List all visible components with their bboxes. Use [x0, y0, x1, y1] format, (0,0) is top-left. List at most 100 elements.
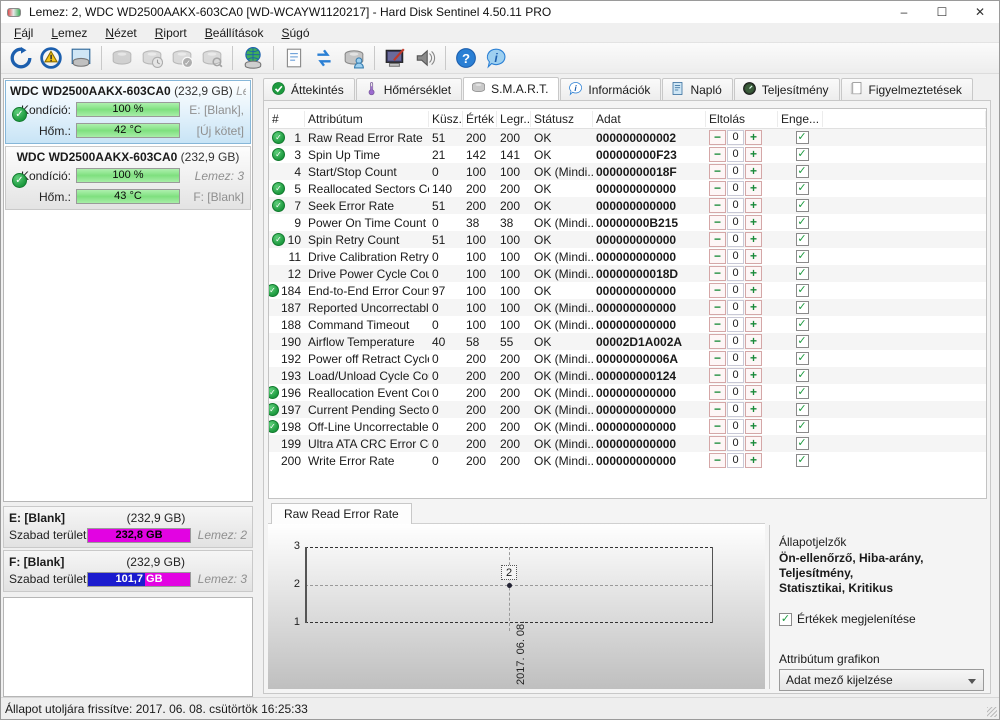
offset-plus-button[interactable]: +: [745, 232, 762, 247]
column-header[interactable]: Enge...: [778, 110, 823, 127]
enabled-checkbox[interactable]: ✓: [795, 182, 809, 195]
column-header[interactable]: Legr...: [497, 110, 531, 127]
share-icon[interactable]: [339, 45, 369, 71]
enabled-checkbox[interactable]: ✓: [795, 199, 809, 212]
offset-plus-button[interactable]: +: [745, 385, 762, 400]
offset-minus-button[interactable]: −: [709, 283, 726, 298]
tab-naplo[interactable]: Napló: [662, 78, 733, 100]
offset-minus-button[interactable]: −: [709, 249, 726, 264]
volume-panel-1[interactable]: E: [Blank] (232,9 GB) Szabad terület 232,8 …: [3, 506, 253, 548]
tab-informaciok[interactable]: i Információk: [560, 78, 662, 100]
report-icon[interactable]: [279, 45, 309, 71]
help-icon[interactable]: ?: [451, 45, 481, 71]
refresh-icon[interactable]: [6, 45, 36, 71]
enabled-checkbox[interactable]: ✓: [795, 131, 809, 144]
offset-plus-button[interactable]: +: [745, 181, 762, 196]
sound-icon[interactable]: [410, 45, 440, 71]
offset-minus-button[interactable]: −: [709, 232, 726, 247]
offset-minus-button[interactable]: −: [709, 215, 726, 230]
enabled-checkbox[interactable]: ✓: [795, 454, 809, 467]
enabled-checkbox[interactable]: ✓: [795, 369, 809, 382]
offset-minus-button[interactable]: −: [709, 300, 726, 315]
enabled-checkbox[interactable]: ✓: [795, 233, 809, 246]
smart-attribute-row[interactable]: ✓196Reallocation Event Count0200200OK (M…: [269, 384, 986, 401]
tab-homerseklet[interactable]: Hőmérséklet: [355, 78, 463, 100]
menu-item-beallitasok[interactable]: Beállítások: [196, 24, 273, 42]
smart-attribute-row[interactable]: 11 Drive Calibration Retry ... 0 100 100 OK (…: [269, 248, 986, 265]
column-header[interactable]: Érték: [463, 110, 497, 127]
menu-item-sugo[interactable]: Súgó: [272, 24, 318, 42]
offset-plus-button[interactable]: +: [745, 130, 762, 145]
close-button[interactable]: ✕: [961, 1, 999, 23]
enabled-checkbox[interactable]: ✓: [795, 403, 809, 416]
offset-minus-button[interactable]: −: [709, 164, 726, 179]
smart-attribute-row[interactable]: 4 Start/Stop Count 0 100 100 OK (Mindi... 0000…: [269, 163, 986, 180]
maximize-button[interactable]: ☐: [923, 1, 961, 23]
report-problem-icon[interactable]: [36, 45, 66, 71]
smart-attribute-row[interactable]: ✓ 198 Off-Line Uncorrectable ... 0 200 200 OK …: [269, 418, 986, 435]
offset-minus-button[interactable]: −: [709, 147, 726, 162]
disk-panel-1[interactable]: WDC WD2500AAKX-603CA0 (232,9 GB) Len✓Kon…: [5, 80, 251, 144]
enabled-checkbox[interactable]: ✓: [795, 318, 809, 331]
offset-plus-button[interactable]: +: [745, 402, 762, 417]
tab-s.m.a.r.t.[interactable]: S.M.A.R.T.: [463, 77, 560, 100]
column-header[interactable]: #: [269, 110, 305, 127]
tab-attekintes[interactable]: Áttekintés: [263, 78, 355, 100]
enabled-checkbox[interactable]: ✓: [795, 301, 809, 314]
menu-item-fajl[interactable]: Fájl: [5, 24, 42, 42]
smart-attribute-row[interactable]: 12 Drive Power Cycle Count 0 100 100 OK (Mind…: [269, 265, 986, 282]
enabled-checkbox[interactable]: ✓: [795, 216, 809, 229]
menu-item-nezet[interactable]: Nézet: [96, 24, 145, 42]
smart-attribute-row[interactable]: ✓ 1 Raw Read Error Rate 51 200 200 OK 000000000…: [269, 129, 986, 146]
enabled-checkbox[interactable]: ✓: [795, 284, 809, 297]
smart-attribute-row[interactable]: 188 Command Timeout 0 100 100 OK (Mindi... 000…: [269, 316, 986, 333]
offset-minus-button[interactable]: −: [709, 368, 726, 383]
column-header[interactable]: Küsz...: [429, 110, 463, 127]
offset-plus-button[interactable]: +: [745, 453, 762, 468]
graph-mode-select[interactable]: Adat mező kijelzése: [779, 669, 984, 691]
refresh-data-icon[interactable]: [309, 45, 339, 71]
offset-plus-button[interactable]: +: [745, 436, 762, 451]
offset-plus-button[interactable]: +: [745, 419, 762, 434]
offset-minus-button[interactable]: −: [709, 351, 726, 366]
offset-minus-button[interactable]: −: [709, 317, 726, 332]
smart-attribute-row[interactable]: 193Load/Unload Cycle Cou...0200200OK (Mi…: [269, 367, 986, 384]
enabled-checkbox[interactable]: ✓: [795, 352, 809, 365]
enabled-checkbox[interactable]: ✓: [795, 386, 809, 399]
column-header[interactable]: Adat: [593, 110, 706, 127]
smart-attribute-row[interactable]: ✓ 10 Spin Retry Count 51 100 100 OK 00000000000…: [269, 231, 986, 248]
column-header[interactable]: Eltolás: [706, 110, 778, 127]
menu-item-lemez[interactable]: Lemez: [42, 24, 96, 42]
offset-plus-button[interactable]: +: [745, 351, 762, 366]
offset-minus-button[interactable]: −: [709, 419, 726, 434]
offset-plus-button[interactable]: +: [745, 283, 762, 298]
smart-attribute-row[interactable]: ✓ 184 End-to-End Error Count 97 100 100 OK 0000…: [269, 282, 986, 299]
checkbox-icon[interactable]: ✓: [779, 612, 792, 626]
resize-grip[interactable]: [987, 707, 997, 717]
offset-minus-button[interactable]: −: [709, 130, 726, 145]
minimize-button[interactable]: –: [885, 1, 923, 23]
offset-plus-button[interactable]: +: [745, 147, 762, 162]
enabled-checkbox[interactable]: ✓: [795, 335, 809, 348]
column-header[interactable]: Státusz: [531, 110, 593, 127]
smart-attribute-row[interactable]: 9 Power On Time Count 0 38 38 OK (Mindi... 000…: [269, 214, 986, 231]
surface-test-icon[interactable]: [380, 45, 410, 71]
offset-plus-button[interactable]: +: [745, 266, 762, 281]
offset-minus-button[interactable]: −: [709, 198, 726, 213]
smart-attribute-row[interactable]: ✓5Reallocated Sectors Co...140200200OK00…: [269, 180, 986, 197]
chart-tab[interactable]: Raw Read Error Rate: [271, 503, 412, 524]
enabled-checkbox[interactable]: ✓: [795, 165, 809, 178]
offset-minus-button[interactable]: −: [709, 453, 726, 468]
offset-plus-button[interactable]: +: [745, 300, 762, 315]
tab-figyelmeztetesek[interactable]: Figyelmeztetések: [840, 78, 973, 100]
disk-panel-2[interactable]: WDC WD2500AAKX-603CA0 (232,9 GB) ✓ Kondíc…: [5, 146, 251, 210]
offset-plus-button[interactable]: +: [745, 198, 762, 213]
enabled-checkbox[interactable]: ✓: [795, 267, 809, 280]
offset-plus-button[interactable]: +: [745, 334, 762, 349]
info-icon[interactable]: i: [481, 45, 511, 71]
smart-attribute-row[interactable]: 192Power off Retract Cycle ...0200200OK …: [269, 350, 986, 367]
offset-plus-button[interactable]: +: [745, 368, 762, 383]
smart-attribute-row[interactable]: ✓ 3 Spin Up Time 21 142 141 OK 000000000F23 −0 + ✓: [269, 146, 986, 163]
offset-minus-button[interactable]: −: [709, 266, 726, 281]
smart-attribute-row[interactable]: 190 Airflow Temperature 40 58 55 OK 00002D1A00…: [269, 333, 986, 350]
